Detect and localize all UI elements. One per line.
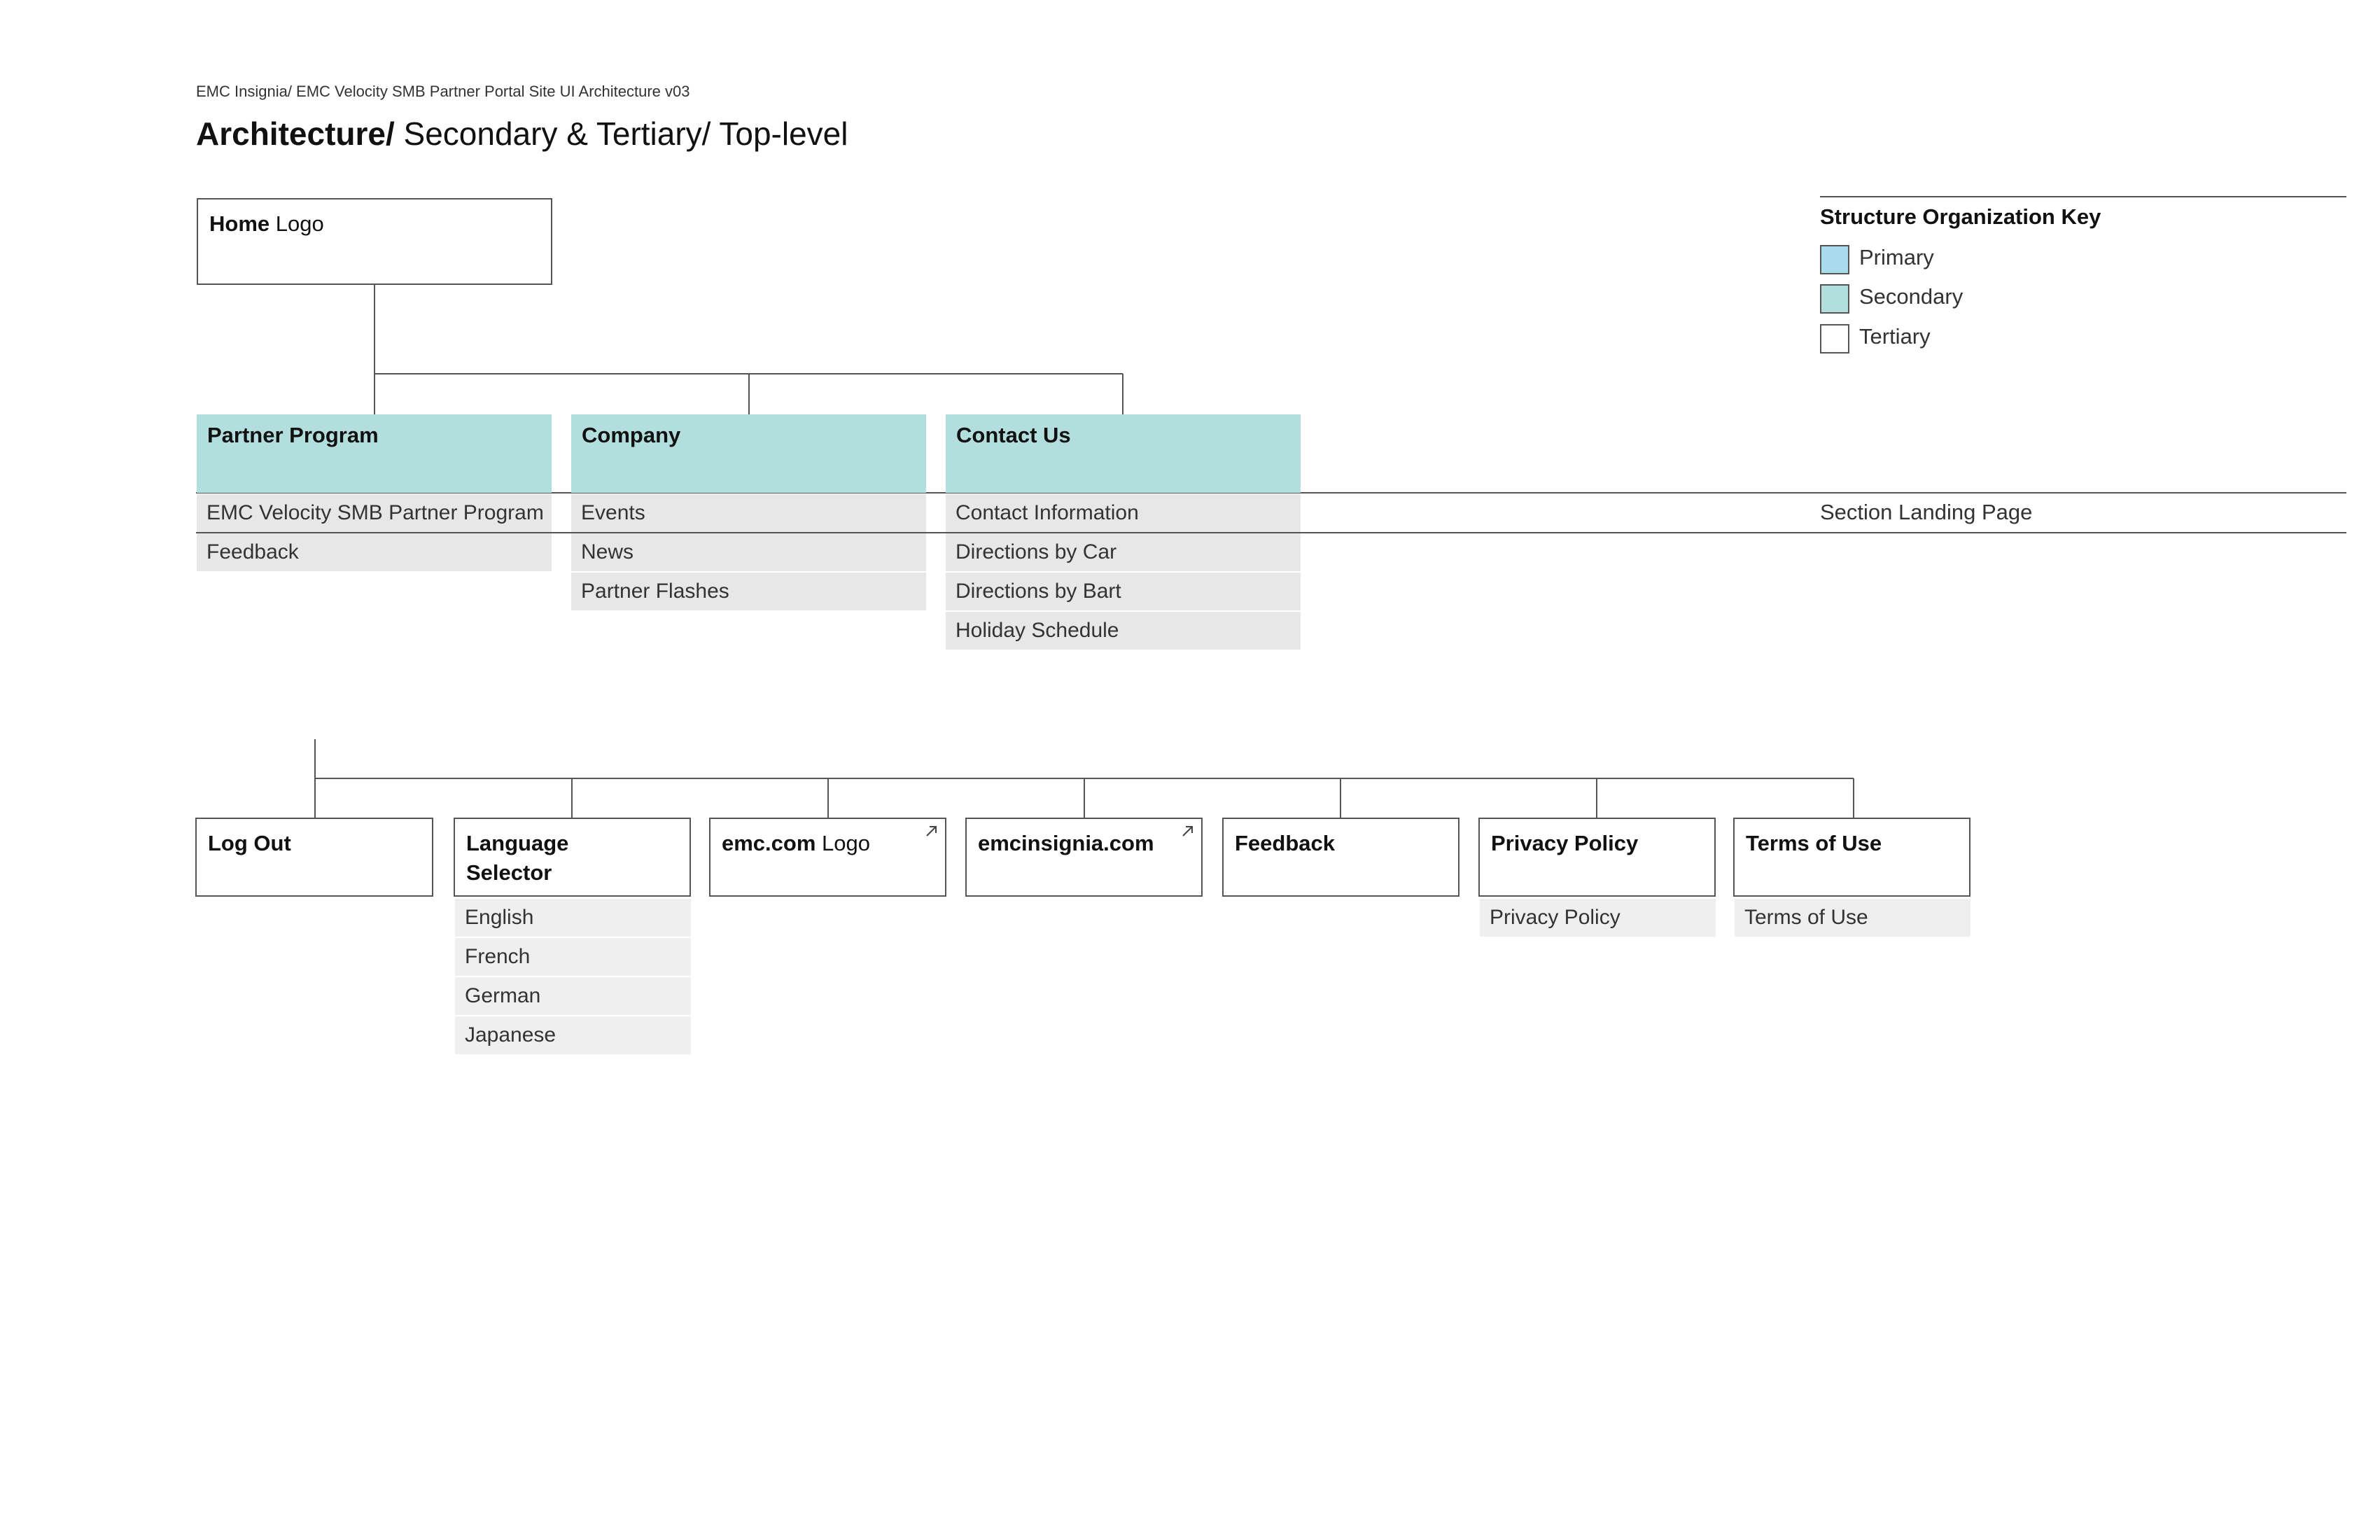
home-label-light: Logo — [270, 211, 324, 236]
key-label-tertiary: Tertiary — [1859, 324, 1931, 349]
breadcrumb: EMC Insignia/ EMC Velocity SMB Partner P… — [196, 83, 690, 100]
utility-privacy-policy[interactable]: Privacy Policy — [1478, 818, 1716, 897]
utility-feedback[interactable]: Feedback — [1222, 818, 1460, 897]
utility-label: emcinsignia.com — [978, 831, 1154, 855]
utility-label: Terms of Use — [1746, 831, 1882, 855]
utility-terms-of-use[interactable]: Terms of Use — [1733, 818, 1970, 897]
partner-item-feedback[interactable]: Feedback — [197, 533, 552, 571]
page-title-rest: Secondary & Tertiary/ Top-level — [394, 115, 848, 152]
utility-label: Log Out — [208, 831, 291, 855]
section-landing-label: Section Landing Page — [1820, 500, 2033, 524]
key-swatch-secondary — [1820, 284, 1849, 314]
language-item-french[interactable]: French — [455, 938, 691, 976]
terms-item-terms-of-use[interactable]: Terms of Use — [1735, 899, 1970, 937]
language-item-english[interactable]: English — [455, 899, 691, 937]
language-item-japanese[interactable]: Japanese — [455, 1016, 691, 1054]
section-title: Contact Us — [956, 423, 1071, 447]
partner-item-smb-program[interactable]: EMC Velocity SMB Partner Program — [197, 494, 552, 532]
utility-language-selector[interactable]: Language Selector — [454, 818, 691, 897]
key-swatch-primary — [1820, 245, 1849, 274]
key-label-primary: Primary — [1859, 245, 1934, 270]
contact-item-information[interactable]: Contact Information — [946, 494, 1301, 532]
company-item-events[interactable]: Events — [571, 494, 926, 532]
key-swatch-tertiary — [1820, 324, 1849, 354]
contact-item-directions-bart[interactable]: Directions by Bart — [946, 573, 1301, 610]
utility-emcinsignia-com[interactable]: emcinsignia.com — [965, 818, 1203, 897]
utility-label: emc.com — [722, 831, 816, 855]
page-title-bold: Architecture/ — [196, 115, 395, 152]
utility-emc-com[interactable]: emc.com Logo — [709, 818, 946, 897]
key-label-secondary: Secondary — [1859, 284, 1963, 309]
language-item-german[interactable]: German — [455, 977, 691, 1015]
utility-label: Language Selector — [466, 831, 569, 885]
company-item-partner-flashes[interactable]: Partner Flashes — [571, 573, 926, 610]
privacy-item-privacy-policy[interactable]: Privacy Policy — [1480, 899, 1716, 937]
section-partner-program[interactable]: Partner Program — [197, 414, 552, 493]
contact-item-directions-car[interactable]: Directions by Car — [946, 533, 1301, 571]
section-contact-us[interactable]: Contact Us — [946, 414, 1301, 493]
section-title: Partner Program — [207, 423, 379, 447]
external-link-icon — [926, 826, 937, 836]
utility-log-out[interactable]: Log Out — [195, 818, 433, 897]
utility-label: Privacy Policy — [1491, 831, 1639, 855]
section-company[interactable]: Company — [571, 414, 926, 493]
utility-label: Feedback — [1235, 831, 1336, 855]
utility-label-light: Logo — [816, 831, 870, 855]
contact-item-holiday-schedule[interactable]: Holiday Schedule — [946, 612, 1301, 650]
external-link-icon — [1182, 826, 1193, 836]
key-title: Structure Organization Key — [1820, 204, 2101, 229]
home-label: Home — [209, 211, 270, 236]
section-title: Company — [582, 423, 681, 447]
page-title: Architecture/ Secondary & Tertiary/ Top-… — [196, 115, 848, 153]
company-item-news[interactable]: News — [571, 533, 926, 571]
home-box[interactable]: Home Logo — [197, 198, 552, 285]
